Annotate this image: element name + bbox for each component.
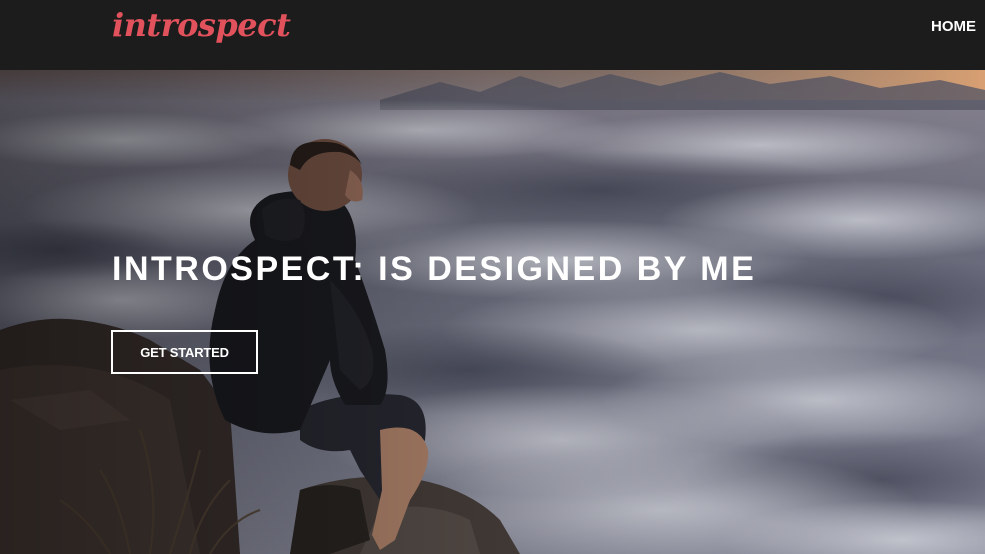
site-header: introspect HOME [0, 0, 985, 70]
hero-title: INTROSPECT: IS DESIGNED BY ME [112, 250, 757, 288]
page: introspect HOME INTROSPECT: IS DESIGNED … [0, 0, 985, 554]
hero-background-image [0, 70, 985, 554]
nav-home-link[interactable]: HOME [931, 18, 976, 35]
logo[interactable]: introspect [112, 6, 291, 44]
hero-section: INTROSPECT: IS DESIGNED BY ME GET STARTE… [0, 70, 985, 554]
get-started-button[interactable]: GET STARTED [111, 330, 258, 374]
